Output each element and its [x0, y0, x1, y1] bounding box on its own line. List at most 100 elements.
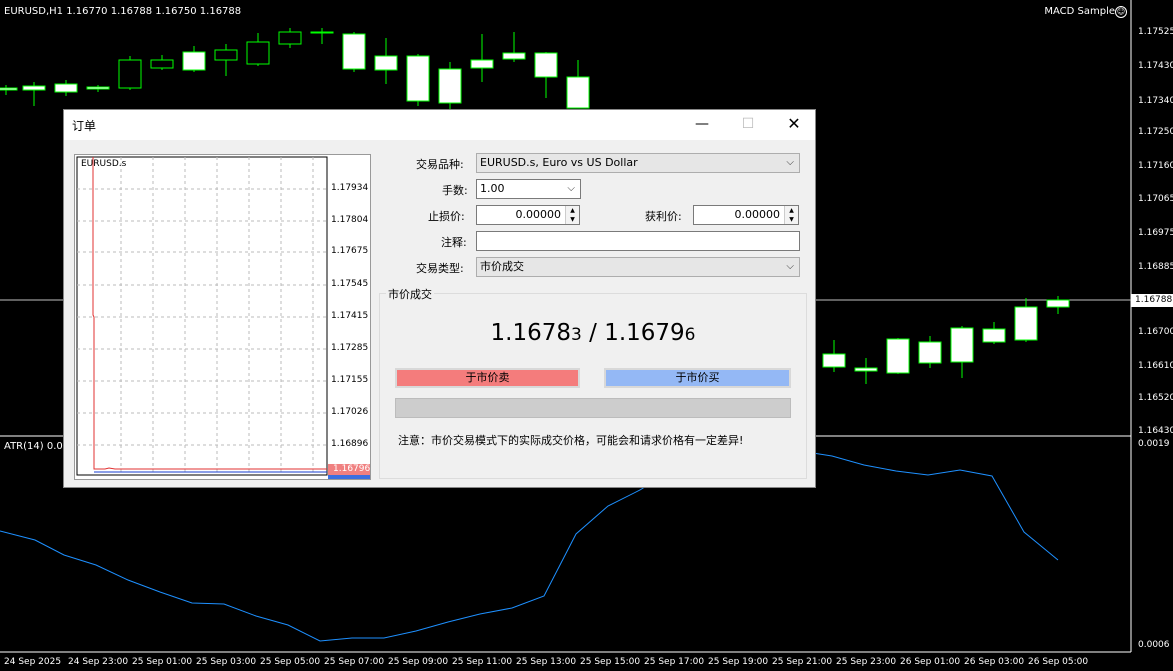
stop-loss-spinner[interactable]: ▲ ▼ [565, 206, 579, 224]
tick-chart: EURUSD.s 1.17934 1.17804 1.17675 1.17545 1.1… [74, 154, 371, 480]
price-tick-label: 1.16975 [1138, 228, 1173, 238]
dialog-titlebar[interactable]: 订单 — ☐ ✕ [64, 110, 815, 140]
candle-body [214, 49, 238, 61]
candle-body [310, 31, 334, 34]
dialog-title: 订单 [72, 119, 97, 133]
time-tick-label: 25 Sep 09:00 [388, 657, 449, 667]
spin-up-icon: ▲ [789, 207, 794, 214]
atr-indicator-label: ATR(14) 0.00 [4, 441, 70, 452]
atr-tick-label: 0.0006 [1138, 640, 1170, 650]
bid-price-small: 3 [570, 325, 582, 345]
candle-body [54, 83, 78, 93]
stop-loss-input[interactable]: 0.00000 ▲ ▼ [476, 205, 580, 225]
bid-ask-quote: 1.16783 / 1.16796 [379, 320, 807, 346]
candle-body [406, 55, 430, 102]
close-icon: ✕ [787, 114, 801, 133]
price-tick-label: 1.17065 [1138, 194, 1173, 204]
take-profit-value: 0.00000 [734, 208, 781, 221]
time-tick-label: 25 Sep 01:00 [132, 657, 193, 667]
candle-body [86, 86, 110, 90]
tick-chart-plot-area [76, 156, 328, 476]
time-tick-label: 25 Sep 13:00 [516, 657, 577, 667]
candle-body [118, 59, 142, 89]
price-tick-label: 1.17160 [1138, 161, 1173, 171]
quote-separator: / [581, 320, 605, 346]
chart-symbol-info: EURUSD,H1 1.16770 1.16788 1.16750 1.1678… [4, 6, 242, 17]
candle-body [0, 87, 18, 91]
candle-body [246, 41, 270, 65]
tick-chart-symbol: EURUSD.s [81, 159, 127, 169]
spin-down-icon: ▼ [789, 216, 794, 223]
price-tick-label: 1.16430 [1138, 426, 1173, 436]
chevron-down-icon: ⌵ [786, 157, 794, 168]
atr-tick-label: 0.0019 [1138, 439, 1170, 449]
time-tick-label: 24 Sep 23:00 [68, 657, 129, 667]
price-deviation-notice: 注意：市价交易模式下的实际成交价格，可能会和请求价格有一定差异! [398, 434, 744, 447]
time-tick-label: 24 Sep 2025 [4, 657, 62, 667]
price-tick-label: 1.17340 [1138, 96, 1173, 106]
time-tick-label: 25 Sep 15:00 [580, 657, 641, 667]
take-profit-input[interactable]: 0.00000 ▲ ▼ [693, 205, 799, 225]
current-price-tag: 1.16788 [1131, 294, 1173, 307]
tick-chart-price-label: 1.17804 [331, 215, 369, 225]
execution-progress-bar [395, 398, 791, 418]
price-tick-label: 1.16700 [1138, 327, 1173, 337]
candle-body [566, 76, 590, 109]
order-type-select[interactable]: 市价成交 ⌵ [476, 257, 800, 277]
price-tick-label: 1.17250 [1138, 127, 1173, 137]
sell-by-market-button[interactable]: 于市价卖 [395, 368, 580, 388]
tick-chart-price-label: 1.17415 [331, 311, 369, 321]
time-tick-label: 25 Sep 19:00 [708, 657, 769, 667]
close-button[interactable]: ✕ [771, 110, 817, 140]
time-tick-label: 25 Sep 07:00 [324, 657, 385, 667]
chevron-down-icon: ⌵ [786, 261, 794, 272]
candle-body [886, 338, 910, 374]
tick-chart-price-label: 1.17675 [331, 246, 369, 256]
tick-chart-bid-tag [328, 475, 370, 479]
price-tick-label: 1.16885 [1138, 262, 1173, 272]
tick-chart-price-label: 1.17545 [331, 279, 369, 289]
time-tick-label: 26 Sep 01:00 [900, 657, 961, 667]
price-tick-label: 1.17430 [1138, 61, 1173, 71]
time-tick-label: 25 Sep 03:00 [196, 657, 257, 667]
candle-body [182, 51, 206, 71]
time-tick-label: 25 Sep 17:00 [644, 657, 705, 667]
candle-body [822, 353, 846, 368]
volume-select-value: 1.00 [480, 182, 505, 195]
tick-chart-price-label: 1.16896 [331, 439, 369, 449]
symbol-select-value: EURUSD.s, Euro vs US Dollar [480, 156, 638, 169]
maximize-button[interactable]: ☐ [725, 110, 771, 140]
bid-price-main: 1.1678 [490, 320, 571, 346]
minimize-icon: — [695, 116, 709, 132]
time-tick-label: 25 Sep 23:00 [836, 657, 897, 667]
candle-body [374, 55, 398, 71]
price-tick-label: 1.16520 [1138, 393, 1173, 403]
maximize-icon: ☐ [741, 116, 755, 132]
volume-label: 手数: [442, 184, 468, 197]
order-dialog: 订单 — ☐ ✕ EURUSD.s 1.17934 1.17804 1.17675 1… [63, 109, 816, 488]
order-type-value: 市价成交 [480, 260, 524, 273]
ask-price-small: 6 [684, 325, 696, 345]
minimize-button[interactable]: — [679, 110, 725, 140]
volume-select[interactable]: 1.00 ⌵ [476, 179, 581, 199]
symbol-select[interactable]: EURUSD.s, Euro vs US Dollar ⌵ [476, 153, 800, 173]
comment-input[interactable] [476, 231, 800, 251]
candle-body [470, 59, 494, 69]
take-profit-spinner[interactable]: ▲ ▼ [784, 206, 798, 224]
candle-body [342, 33, 366, 70]
time-tick-label: 25 Sep 21:00 [772, 657, 833, 667]
candle-body [150, 59, 174, 69]
time-tick-label: 25 Sep 05:00 [260, 657, 321, 667]
candle-body [982, 328, 1006, 343]
candle-body [502, 52, 526, 60]
spin-up-icon: ▲ [570, 207, 575, 214]
candle-body [278, 31, 302, 45]
tick-chart-current-price: 1.16796 [328, 464, 370, 475]
candle-body [1014, 306, 1038, 341]
price-tick-label: 1.16610 [1138, 361, 1173, 371]
candle-body [22, 85, 46, 91]
time-tick-label: 25 Sep 11:00 [452, 657, 513, 667]
candle-body [1046, 299, 1070, 308]
price-tick-label: 1.17525 [1138, 27, 1173, 37]
buy-by-market-button[interactable]: 于市价买 [604, 368, 791, 388]
